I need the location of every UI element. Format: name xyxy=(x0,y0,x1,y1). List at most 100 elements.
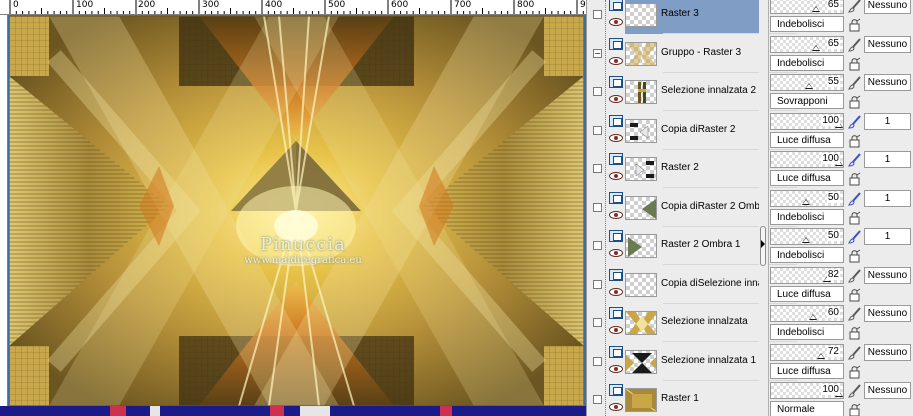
visibility-eye-icon[interactable] xyxy=(609,18,623,26)
visibility-eye-icon[interactable] xyxy=(609,403,623,411)
opacity-slider[interactable]: 60 xyxy=(770,305,844,322)
lock-icon[interactable] xyxy=(848,18,862,32)
visibility-eye-icon[interactable] xyxy=(609,326,623,334)
blend-mode-select[interactable]: Luce diffusa xyxy=(770,362,844,379)
visibility-eye-icon[interactable] xyxy=(609,56,623,65)
edit-brush-icon[interactable] xyxy=(848,191,862,206)
visibility-eye-icon[interactable] xyxy=(609,95,623,103)
lock-icon[interactable] xyxy=(848,211,862,225)
layer-group-select[interactable]: Nessuno xyxy=(864,0,911,14)
lock-icon[interactable] xyxy=(848,57,862,71)
layer-group-select[interactable]: 1 xyxy=(864,112,911,130)
edit-brush-icon[interactable] xyxy=(848,307,862,321)
opacity-slider-thumb[interactable] xyxy=(802,237,810,243)
blend-mode-select[interactable]: Sovrapponi xyxy=(770,93,844,109)
expand-toggle-icon[interactable] xyxy=(593,164,602,173)
layer-row[interactable]: Selezione innalzata xyxy=(587,304,797,342)
lock-icon[interactable] xyxy=(848,249,862,263)
lock-icon[interactable] xyxy=(848,95,862,109)
layer-row[interactable]: Copia diRaster 2 xyxy=(587,112,797,150)
layer-name-box[interactable]: Copia diRaster 2 xyxy=(625,112,797,150)
visibility-eye-icon[interactable] xyxy=(609,172,623,180)
blend-mode-select[interactable]: Luce diffusa xyxy=(770,285,844,302)
opacity-slider[interactable]: 55 xyxy=(770,74,844,91)
blend-mode-select[interactable]: Indebolisci xyxy=(770,54,844,71)
blend-mode-select[interactable]: Indebolisci xyxy=(770,208,844,225)
blend-mode-select[interactable]: Normale xyxy=(770,401,844,416)
expand-toggle-icon[interactable] xyxy=(593,318,602,327)
opacity-slider-thumb[interactable] xyxy=(817,352,825,359)
layer-name-box[interactable]: Raster 2 Ombra 1 xyxy=(625,227,797,265)
visibility-eye-icon[interactable] xyxy=(609,133,623,142)
blend-mode-select[interactable]: Indebolisci xyxy=(770,324,844,340)
layer-row[interactable]: Copia diRaster 2 Ombra 1 xyxy=(587,189,797,227)
edit-brush-icon[interactable] xyxy=(848,153,862,167)
lock-icon[interactable] xyxy=(848,326,862,340)
expand-toggle-icon[interactable] xyxy=(593,395,602,404)
layer-row[interactable]: − Gruppo - Raster 3 xyxy=(587,35,797,73)
edit-brush-icon[interactable] xyxy=(848,230,862,244)
expand-toggle-icon[interactable] xyxy=(593,87,602,96)
layer-row[interactable]: Copia diSelezione innalzata xyxy=(587,266,797,304)
layer-name-box[interactable]: Raster 1 xyxy=(625,381,759,416)
edit-brush-icon[interactable] xyxy=(848,76,862,90)
opacity-slider[interactable]: 72 xyxy=(770,343,844,361)
opacity-slider[interactable]: 100 xyxy=(770,382,844,399)
layer-row[interactable]: Raster 1 xyxy=(587,381,759,416)
lock-icon[interactable] xyxy=(848,365,862,379)
opacity-slider-thumb[interactable] xyxy=(805,83,813,89)
layer-group-select[interactable]: 1 xyxy=(864,228,911,245)
opacity-slider[interactable]: 65 xyxy=(770,35,844,53)
layer-row[interactable]: Selezione innalzata 1 xyxy=(587,343,797,381)
edit-brush-icon[interactable] xyxy=(848,0,862,13)
layer-row[interactable]: Raster 2 Ombra 1 xyxy=(587,227,797,265)
layer-row[interactable]: Raster 2 xyxy=(587,150,797,188)
layer-group-select[interactable]: Nessuno xyxy=(864,343,911,361)
lock-icon[interactable] xyxy=(848,172,862,186)
blend-mode-select[interactable]: Indebolisci xyxy=(770,247,844,263)
layer-name-box[interactable]: Selezione innalzata 2 xyxy=(625,73,797,111)
lock-icon[interactable] xyxy=(848,403,862,416)
blend-mode-select[interactable]: Indebolisci xyxy=(770,16,844,32)
opacity-slider-thumb[interactable] xyxy=(809,314,817,320)
opacity-slider-thumb[interactable] xyxy=(812,6,820,12)
edit-brush-icon[interactable] xyxy=(848,37,862,52)
visibility-eye-icon[interactable] xyxy=(609,249,623,257)
visibility-eye-icon[interactable] xyxy=(609,364,623,373)
opacity-slider-thumb[interactable] xyxy=(802,198,810,205)
lock-icon[interactable] xyxy=(848,288,862,302)
expand-toggle-icon[interactable] xyxy=(593,202,602,212)
expand-toggle-icon[interactable] xyxy=(593,10,602,19)
layer-name-box[interactable]: Gruppo - Raster 3 xyxy=(625,35,797,73)
opacity-slider[interactable]: 50 xyxy=(770,228,844,245)
layer-group-select[interactable]: Nessuno xyxy=(864,266,911,284)
expand-toggle-icon[interactable] xyxy=(593,125,602,135)
opacity-slider-thumb[interactable] xyxy=(812,44,820,51)
layer-name-box[interactable]: Copia diRaster 2 Ombra 1 xyxy=(625,189,797,227)
expand-arrow-icon[interactable] xyxy=(761,240,765,248)
lock-icon[interactable] xyxy=(848,134,862,148)
layer-group-select[interactable]: Nessuno xyxy=(864,74,911,91)
expand-toggle-icon[interactable]: − xyxy=(593,48,602,58)
expand-toggle-icon[interactable] xyxy=(593,279,602,289)
panel-splitter[interactable] xyxy=(759,0,769,416)
layer-group-select[interactable]: 1 xyxy=(864,189,911,207)
edit-brush-icon[interactable] xyxy=(848,384,862,398)
visibility-eye-icon[interactable] xyxy=(609,287,623,296)
expand-toggle-icon[interactable] xyxy=(593,356,602,366)
layer-row[interactable]: Raster 3 xyxy=(587,0,797,34)
layer-name-box[interactable]: Copia diSelezione innalzata xyxy=(625,266,797,304)
blend-mode-select[interactable]: Luce diffusa xyxy=(770,131,844,148)
artwork-image[interactable]: Pinuccia www.maidiregrafica.eu xyxy=(9,16,584,406)
edit-brush-icon[interactable] xyxy=(848,114,862,129)
layer-name-box[interactable]: Raster 2 xyxy=(625,150,797,188)
opacity-slider[interactable]: 65 xyxy=(770,0,844,14)
visibility-eye-icon[interactable] xyxy=(609,210,623,219)
opacity-slider[interactable]: 50 xyxy=(770,189,844,207)
layer-row[interactable]: Selezione innalzata 2 xyxy=(587,73,797,111)
expand-toggle-icon[interactable] xyxy=(593,241,602,250)
layer-name-box[interactable]: Raster 3 xyxy=(625,0,797,34)
layer-name-box[interactable]: Selezione innalzata xyxy=(625,304,797,342)
opacity-slider[interactable]: 100 xyxy=(770,151,844,168)
edit-brush-icon[interactable] xyxy=(848,268,862,283)
